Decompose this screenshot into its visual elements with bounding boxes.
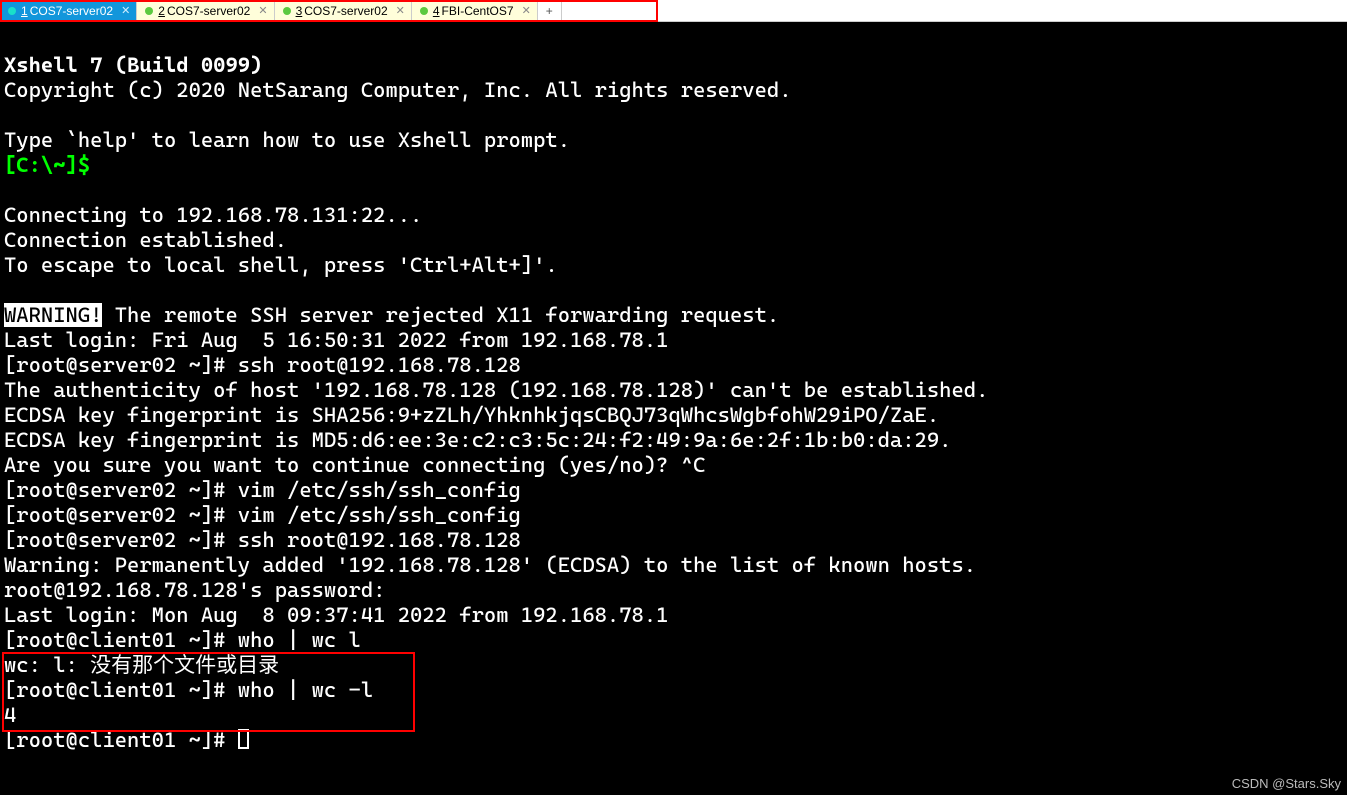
add-tab-button[interactable]: + [538, 0, 562, 21]
terminal-line: wc: l: 没有那个文件或目录 [4, 653, 279, 677]
tab-bar: 1 COS7-server02 ✕ 2 COS7-server02 ✕ 3 CO… [0, 0, 1347, 22]
terminal-line: [root@server02 ~]# vim /etc/ssh/ssh_conf… [4, 478, 521, 502]
local-prompt: [C:\~]$ [4, 153, 90, 177]
warning-tag: WARNING! [4, 303, 102, 327]
tab-3[interactable]: 3 COS7-server02 ✕ [275, 0, 412, 21]
terminal-line: ECDSA key fingerprint is MD5:d6:ee:3e:c2… [4, 428, 951, 452]
tab-num: 4 [433, 4, 440, 18]
tab-num: 3 [296, 4, 303, 18]
terminal-line: 4 [4, 703, 16, 727]
status-dot-icon [8, 7, 16, 15]
terminal-line: [root@client01 ~]# [4, 728, 238, 752]
close-icon[interactable]: ✕ [396, 4, 405, 17]
terminal-line: Last login: Fri Aug 5 16:50:31 2022 from… [4, 328, 668, 352]
status-dot-icon [283, 7, 291, 15]
terminal-output[interactable]: Xshell 7 (Build 0099) Copyright (c) 2020… [0, 22, 1347, 757]
tab-4[interactable]: 4 FBI-CentOS7 ✕ [412, 0, 538, 21]
terminal-line: Are you sure you want to continue connec… [4, 453, 705, 477]
close-icon[interactable]: ✕ [258, 4, 267, 17]
terminal-line: [root@client01 ~]# who | wc -l [4, 678, 373, 702]
terminal-line: root@192.168.78.128's password: [4, 578, 398, 602]
status-dot-icon [420, 7, 428, 15]
cursor-icon [238, 729, 249, 749]
tab-label: COS7-server02 [167, 4, 250, 18]
terminal-line: Last login: Mon Aug 8 09:37:41 2022 from… [4, 603, 668, 627]
tab-num: 1 [21, 4, 28, 18]
close-icon[interactable]: ✕ [522, 4, 531, 17]
terminal-line: Xshell 7 (Build 0099) [4, 53, 262, 77]
close-icon[interactable]: ✕ [121, 4, 130, 17]
terminal-line: Connecting to 192.168.78.131:22... [4, 203, 422, 227]
terminal-line: [root@server02 ~]# ssh root@192.168.78.1… [4, 353, 521, 377]
tab-label: COS7-server02 [30, 4, 113, 18]
terminal-line: To escape to local shell, press 'Ctrl+Al… [4, 253, 558, 277]
terminal-line: ECDSA key fingerprint is SHA256:9+zZLh/Y… [4, 403, 939, 427]
terminal-line: Warning: Permanently added '192.168.78.1… [4, 553, 976, 577]
terminal-line: [root@client01 ~]# who | wc l [4, 628, 361, 652]
tab-num: 2 [158, 4, 165, 18]
status-dot-icon [145, 7, 153, 15]
watermark: CSDN @Stars.Sky [1232, 776, 1341, 791]
terminal-line: Copyright (c) 2020 NetSarang Computer, I… [4, 78, 792, 102]
tab-2[interactable]: 2 COS7-server02 ✕ [137, 0, 274, 21]
terminal-line: [root@server02 ~]# vim /etc/ssh/ssh_conf… [4, 503, 521, 527]
tab-label: FBI-CentOS7 [442, 4, 514, 18]
terminal-line: Type `help' to learn how to use Xshell p… [4, 128, 570, 152]
terminal-line: The authenticity of host '192.168.78.128… [4, 378, 988, 402]
terminal-line: Connection established. [4, 228, 287, 252]
tab-label: COS7-server02 [304, 4, 387, 18]
tabbar-blank [562, 0, 1347, 21]
tab-1[interactable]: 1 COS7-server02 ✕ [0, 0, 137, 21]
terminal-line: [root@server02 ~]# ssh root@192.168.78.1… [4, 528, 521, 552]
warning-text: The remote SSH server rejected X11 forwa… [102, 303, 779, 327]
